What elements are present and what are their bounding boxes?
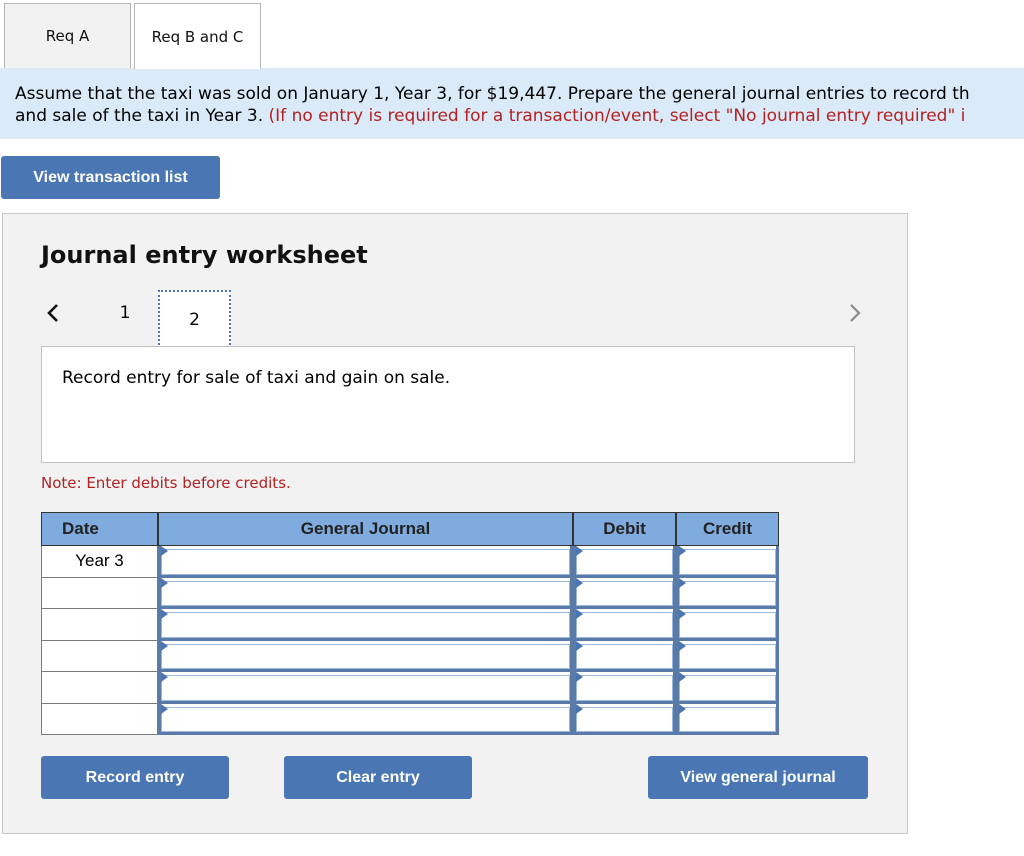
dropdown-marker-icon (576, 577, 583, 588)
dropdown-marker-icon (679, 546, 686, 556)
debit-input[interactable] (573, 546, 676, 578)
instruction-banner: Assume that the taxi was sold on January… (0, 68, 1024, 139)
journal-entry-worksheet-panel: Journal entry worksheet 1 2 Record entry… (2, 213, 908, 834)
record-entry-button[interactable]: Record entry (41, 756, 229, 799)
dropdown-marker-icon (161, 546, 168, 556)
credit-input[interactable] (676, 640, 779, 672)
entry-description-text: Record entry for sale of taxi and gain o… (62, 368, 451, 388)
account-select[interactable] (158, 703, 573, 735)
instruction-line-2: and sale of the taxi in Year 3. (If no e… (15, 105, 1024, 127)
dropdown-marker-icon (161, 609, 168, 619)
column-header-debit: Debit (573, 512, 676, 546)
column-header-general-journal: General Journal (158, 512, 573, 546)
instruction-line-1: Assume that the taxi was sold on January… (15, 84, 970, 104)
dropdown-marker-icon (679, 703, 686, 714)
previous-entry-button[interactable] (43, 298, 63, 328)
dropdown-marker-icon (161, 703, 168, 714)
worksheet-title: Journal entry worksheet (41, 241, 368, 269)
account-select[interactable] (158, 577, 573, 609)
journal-row (41, 577, 779, 609)
clear-entry-button[interactable]: Clear entry (284, 756, 472, 799)
next-entry-button[interactable] (845, 298, 865, 328)
date-cell[interactable]: Year 3 (41, 546, 158, 578)
date-cell[interactable] (41, 672, 158, 704)
debit-input[interactable] (573, 672, 676, 704)
instruction-text: and sale of the taxi in Year 3. (15, 106, 269, 126)
account-select[interactable] (158, 546, 573, 578)
tab-label: Req B and C (151, 27, 244, 46)
journal-row (41, 703, 779, 735)
dropdown-marker-icon (161, 672, 168, 682)
tab-label: Req A (45, 27, 90, 45)
debit-input[interactable] (573, 577, 676, 609)
chevron-left-icon (47, 304, 58, 322)
account-select[interactable] (158, 609, 573, 641)
tab-req-a[interactable]: Req A (4, 3, 131, 68)
credit-input[interactable] (676, 609, 779, 641)
dropdown-marker-icon (576, 609, 583, 619)
credit-input[interactable] (676, 672, 779, 704)
column-header-date: Date (41, 512, 158, 546)
debits-credits-note: Note: Enter debits before credits. (41, 474, 291, 492)
debit-input[interactable] (573, 703, 676, 735)
entry-page-1[interactable]: 1 (113, 300, 137, 326)
dropdown-marker-icon (679, 640, 686, 651)
account-select[interactable] (158, 640, 573, 672)
date-cell[interactable] (41, 609, 158, 641)
date-cell[interactable] (41, 577, 158, 609)
tab-req-b-and-c[interactable]: Req B and C (134, 3, 261, 69)
chevron-right-icon (850, 304, 861, 322)
journal-table-body: Year 3 (41, 546, 779, 735)
instruction-hint: (If no entry is required for a transacti… (268, 106, 966, 126)
column-header-credit: Credit (676, 512, 779, 546)
entry-page-2-current[interactable]: 2 (158, 290, 231, 349)
date-cell[interactable] (41, 640, 158, 672)
journal-table-header: Date General Journal Debit Credit (41, 512, 779, 546)
credit-input[interactable] (676, 546, 779, 578)
credit-input[interactable] (676, 703, 779, 735)
view-general-journal-button[interactable]: View general journal (648, 756, 868, 799)
view-transaction-list-button[interactable]: View transaction list (1, 156, 220, 199)
dropdown-marker-icon (576, 672, 583, 682)
debit-input[interactable] (573, 609, 676, 641)
journal-table: Date General Journal Debit Credit Year 3 (41, 512, 779, 735)
debit-input[interactable] (573, 640, 676, 672)
account-select[interactable] (158, 672, 573, 704)
dropdown-marker-icon (161, 640, 168, 651)
date-cell[interactable] (41, 703, 158, 735)
requirement-tabs: Req A Req B and C (4, 3, 261, 69)
journal-row (41, 672, 779, 704)
dropdown-marker-icon (576, 640, 583, 651)
journal-row (41, 609, 779, 641)
journal-row (41, 640, 779, 672)
journal-row: Year 3 (41, 546, 779, 578)
dropdown-marker-icon (161, 577, 168, 588)
dropdown-marker-icon (679, 672, 686, 682)
dropdown-marker-icon (576, 546, 583, 556)
dropdown-marker-icon (679, 577, 686, 588)
entry-description: Record entry for sale of taxi and gain o… (41, 346, 855, 463)
dropdown-marker-icon (576, 703, 583, 714)
credit-input[interactable] (676, 577, 779, 609)
dropdown-marker-icon (679, 609, 686, 619)
